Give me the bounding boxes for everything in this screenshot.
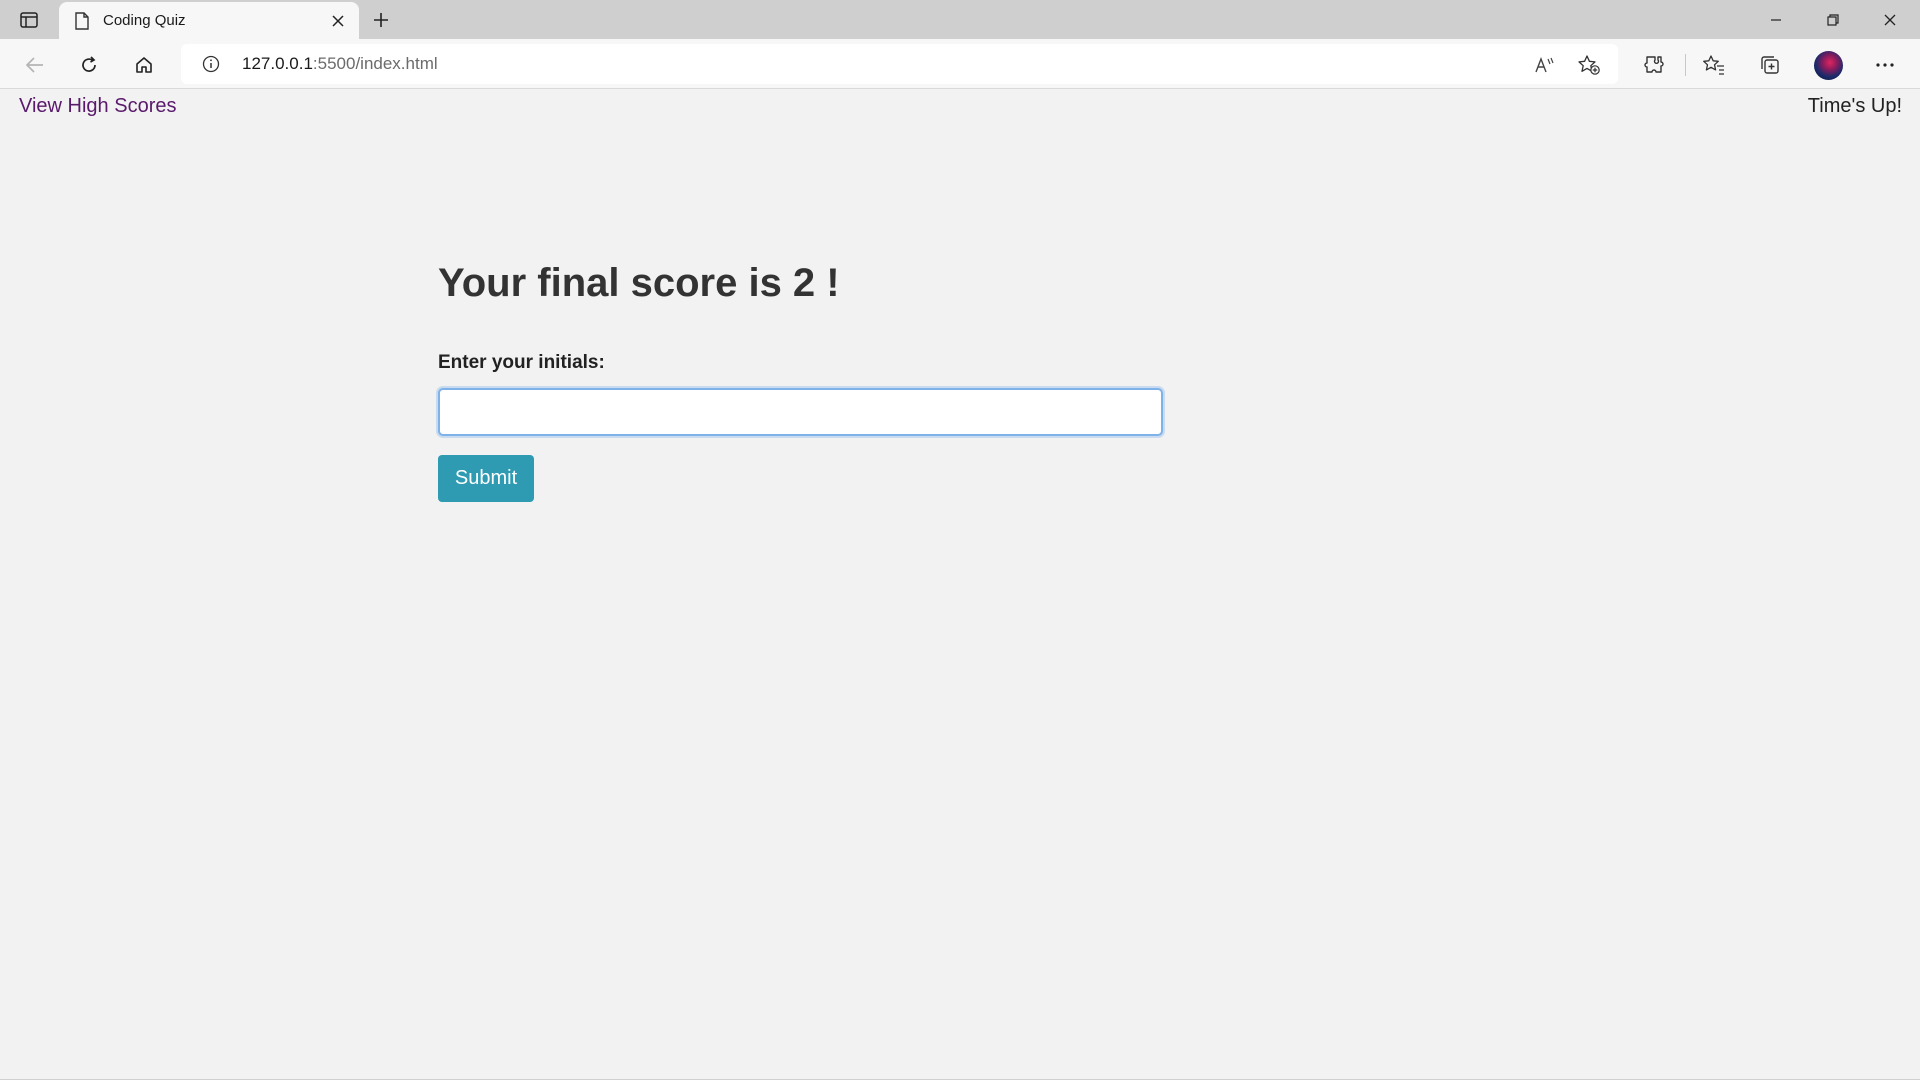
address-bar[interactable]: 127.0.0.1:5500/index.html	[181, 44, 1618, 84]
page-content: View High Scores Time's Up! Your final s…	[0, 90, 1920, 1080]
page-icon	[73, 11, 91, 30]
sidebar-toggle-icon[interactable]	[18, 9, 40, 31]
home-icon[interactable]	[129, 50, 159, 80]
minimize-icon[interactable]	[1762, 6, 1790, 34]
collections-icon[interactable]	[1757, 52, 1783, 78]
initials-input[interactable]	[438, 388, 1163, 436]
toolbar-separator	[1685, 54, 1686, 76]
timer-status: Time's Up!	[1807, 95, 1902, 117]
profile-avatar[interactable]	[1814, 51, 1843, 80]
read-aloud-icon[interactable]	[1532, 52, 1558, 78]
close-window-icon[interactable]	[1876, 6, 1904, 34]
browser-toolbar: 127.0.0.1:5500/index.html	[0, 39, 1920, 89]
url-path: :5500/index.html	[312, 54, 438, 73]
view-high-scores-link[interactable]: View High Scores	[19, 95, 176, 118]
new-tab-icon[interactable]	[369, 8, 393, 32]
final-score-heading: Your final score is 2 !	[438, 261, 840, 305]
browser-titlebar: Coding Quiz	[0, 0, 1920, 39]
more-options-icon[interactable]	[1872, 52, 1898, 78]
tab-coding-quiz[interactable]: Coding Quiz	[59, 2, 359, 39]
favorites-icon[interactable]	[1701, 52, 1727, 78]
url-host: 127.0.0.1	[242, 54, 313, 73]
restore-icon[interactable]	[1819, 6, 1847, 34]
close-tab-icon[interactable]	[327, 10, 349, 32]
url-text: 127.0.0.1:5500/index.html	[242, 54, 438, 74]
tab-title: Coding Quiz	[103, 12, 186, 29]
submit-button[interactable]: Submit	[438, 455, 534, 502]
back-arrow-icon[interactable]	[20, 50, 50, 80]
site-info-icon[interactable]	[201, 54, 221, 74]
refresh-icon[interactable]	[74, 50, 104, 80]
add-favorite-icon[interactable]	[1576, 52, 1602, 78]
extensions-icon[interactable]	[1641, 52, 1667, 78]
initials-label: Enter your initials:	[438, 352, 605, 373]
